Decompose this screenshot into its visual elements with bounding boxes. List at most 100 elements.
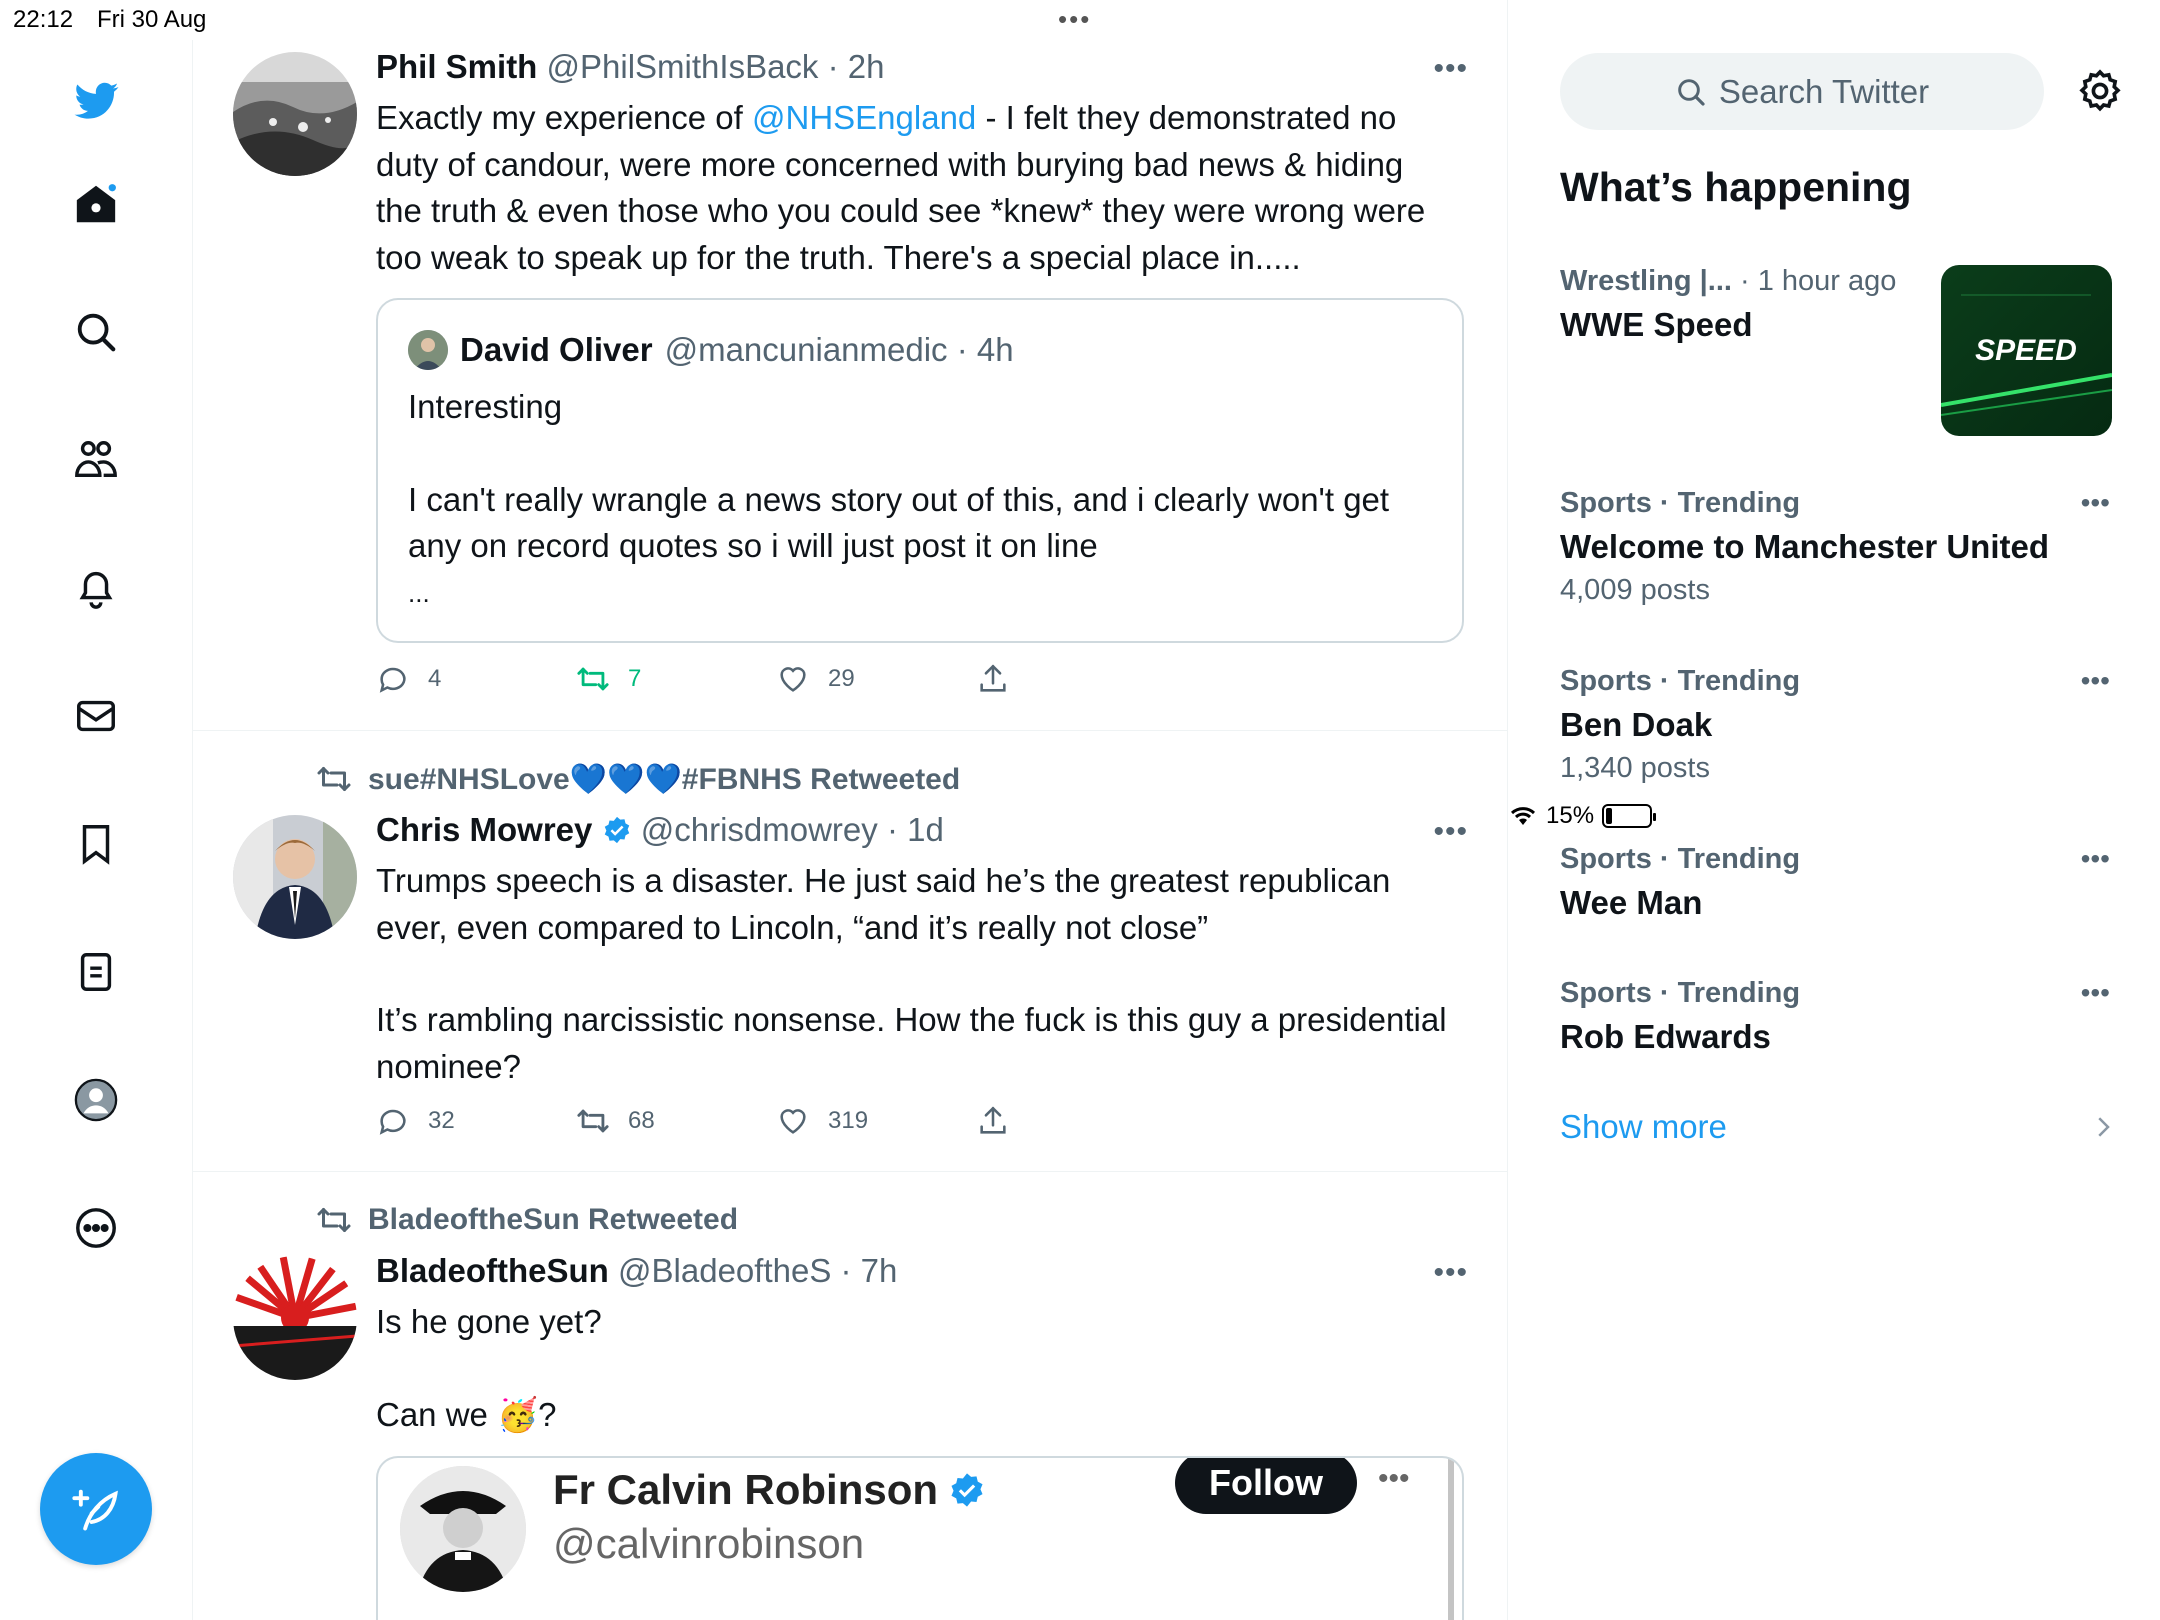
quoted-tweet-text: Interesting I can't really wrangle a new… (408, 384, 1438, 616)
tweet-paragraph: Can we 🥳? (376, 1392, 1456, 1439)
tweet-paragraph: Trumps speech is a disaster. He just sai… (376, 862, 1391, 946)
status-time: 22:12 (13, 6, 74, 33)
retweeted-by-label: sue#NHSLove💙💙💙#FBNHS Retweeted (368, 762, 961, 796)
trend-more-icon[interactable]: ••• (2081, 487, 2110, 519)
notifications-bell-icon[interactable] (66, 558, 126, 618)
trend-title: Ben Doak (1560, 706, 1713, 743)
trend-item[interactable]: Sports · Trending Wee Man ••• (1560, 843, 2120, 922)
trend-item[interactable]: Sports · Trending Rob Edwards ••• (1560, 977, 2120, 1056)
trend-more-icon[interactable]: ••• (2081, 843, 2110, 875)
compose-feather-icon (72, 1489, 118, 1531)
embedded-image[interactable]: Fr Calvin Robinson @calvinrobinson Follo… (376, 1456, 1464, 1620)
more-options-icon[interactable] (66, 1198, 126, 1258)
reply-count: 32 (428, 1107, 455, 1134)
quoted-tweet[interactable]: David Oliver @mancunianmedic · 4h Intere… (376, 298, 1464, 643)
trend-title: Welcome to Manchester United (1560, 528, 2049, 565)
retweeted-by[interactable]: BladeoftheSun Retweeted (316, 1202, 738, 1238)
left-nav (0, 40, 193, 1620)
reply-button[interactable]: 32 (376, 1104, 455, 1138)
compose-tweet-button[interactable] (40, 1453, 152, 1565)
timeline-feed: Phil Smith @PhilSmithIsBack · 2h ••• Exa… (193, 0, 1508, 1620)
settings-gear-icon[interactable] (2076, 67, 2124, 115)
party-face-emoji: 🥳 (497, 1395, 539, 1433)
trend-thumbnail[interactable]: SPEED (1941, 265, 2112, 436)
quoted-author-avatar (408, 330, 448, 370)
avatar[interactable] (233, 52, 357, 176)
trend-more-icon[interactable]: ••• (2081, 977, 2110, 1009)
embedded-name-text: Fr Calvin Robinson (553, 1466, 939, 1513)
author-name[interactable]: BladeoftheSun (376, 1252, 609, 1289)
explore-search-icon[interactable] (66, 302, 126, 362)
home-icon[interactable] (66, 174, 126, 234)
mention-link[interactable]: @NHSEngland (752, 99, 976, 136)
quoted-text-line: Interesting (408, 388, 563, 425)
avatar[interactable] (233, 1256, 357, 1380)
share-icon (980, 664, 1006, 692)
reply-icon (379, 667, 406, 693)
author-name[interactable]: Phil Smith (376, 48, 537, 85)
bookmarks-icon[interactable] (66, 814, 126, 874)
share-button[interactable] (976, 662, 1010, 696)
trend-category: Sports · Trending (1560, 977, 1801, 1009)
trend-title: Rob Edwards (1560, 1018, 1771, 1055)
retweeted-by[interactable]: sue#NHSLove💙💙💙#FBNHS Retweeted (316, 761, 960, 797)
communities-icon[interactable] (66, 430, 126, 490)
trend-item[interactable]: Sports · Trending Ben Doak 1,340 posts •… (1560, 665, 2120, 785)
show-more-link[interactable]: Show more (1560, 1108, 1727, 1146)
quoted-author-name: David Oliver (460, 331, 653, 368)
trend-more-icon[interactable]: ••• (2081, 665, 2110, 697)
like-count: 29 (828, 665, 855, 692)
retweet-icon (577, 1109, 609, 1133)
tweet-more-icon[interactable]: ••• (1433, 815, 1468, 849)
quoted-text-line: ... (408, 577, 430, 608)
trend-post-count: 1,340 posts (1560, 752, 1710, 784)
author-handle-time[interactable]: @PhilSmithIsBack · 2h (547, 48, 885, 85)
trend-title: Wee Man (1560, 884, 1703, 921)
chevron-right-icon (2098, 1117, 2110, 1137)
share-button[interactable] (976, 1104, 1010, 1138)
tweet-text: Exactly my experience of @NHSEngland - I… (376, 95, 1456, 281)
reply-button[interactable]: 4 (376, 662, 441, 696)
search-twitter-input[interactable]: Search Twitter (1560, 53, 2044, 130)
trend-post-count: 4,009 posts (1560, 574, 1710, 606)
retweet-count: 68 (628, 1107, 655, 1134)
embedded-scrollbar (1448, 1458, 1454, 1620)
messages-mail-icon[interactable] (66, 686, 126, 746)
tweet[interactable]: sue#NHSLove💙💙💙#FBNHS Retweeted Chris Mow… (193, 731, 1508, 1172)
retweet-count: 7 (628, 665, 642, 692)
retweet-button[interactable]: 7 (576, 662, 641, 696)
heart-icon (780, 667, 806, 692)
reply-count: 4 (428, 665, 442, 692)
tweet-actions: 4 7 29 (376, 662, 1076, 702)
lists-icon[interactable] (66, 942, 126, 1002)
profile-avatar-icon[interactable] (66, 1070, 126, 1130)
tweet-more-icon[interactable]: ••• (1433, 52, 1468, 86)
like-button[interactable]: 319 (776, 1104, 868, 1138)
avatar[interactable] (233, 815, 357, 939)
retweet-icon (317, 1208, 351, 1232)
retweet-button[interactable]: 68 (576, 1104, 655, 1138)
tweet-more-icon[interactable]: ••• (1433, 1256, 1468, 1290)
embedded-handle: @calvinrobinson (553, 1520, 865, 1567)
trend-item[interactable]: Sports · Trending Welcome to Manchester … (1560, 487, 2120, 607)
quoted-tweet-header: David Oliver @mancunianmedic · 4h (408, 330, 1014, 370)
quoted-text-line: I can't really wrangle a news story out … (408, 480, 1390, 565)
tweet[interactable]: BladeoftheSun Retweeted BladeoftheSun @B… (193, 1172, 1508, 1620)
like-count: 319 (828, 1107, 869, 1134)
tweet-header: BladeoftheSun @BladeoftheS · 7h (376, 1252, 897, 1290)
twitter-logo-icon[interactable] (66, 70, 126, 130)
heart-icon (780, 1109, 806, 1134)
like-button[interactable]: 29 (776, 662, 855, 696)
trend-time-ago: · 1 hour ago (1731, 265, 1897, 297)
retweet-icon (317, 767, 351, 791)
status-date: Fri 30 Aug (97, 6, 207, 33)
author-name[interactable]: Chris Mowrey (376, 811, 592, 848)
share-icon (980, 1106, 1006, 1134)
verified-badge-icon (951, 1473, 983, 1507)
tweet[interactable]: Phil Smith @PhilSmithIsBack · 2h ••• Exa… (193, 0, 1508, 731)
trend-category: Sports · Trending (1560, 665, 1801, 697)
author-handle-time[interactable]: @BladeoftheS · 7h (618, 1252, 897, 1289)
author-handle-time[interactable]: @chrisdmowrey · 1d (641, 811, 944, 848)
embedded-follow-button: Follow (1175, 1458, 1357, 1514)
verified-badge-icon (604, 816, 629, 844)
